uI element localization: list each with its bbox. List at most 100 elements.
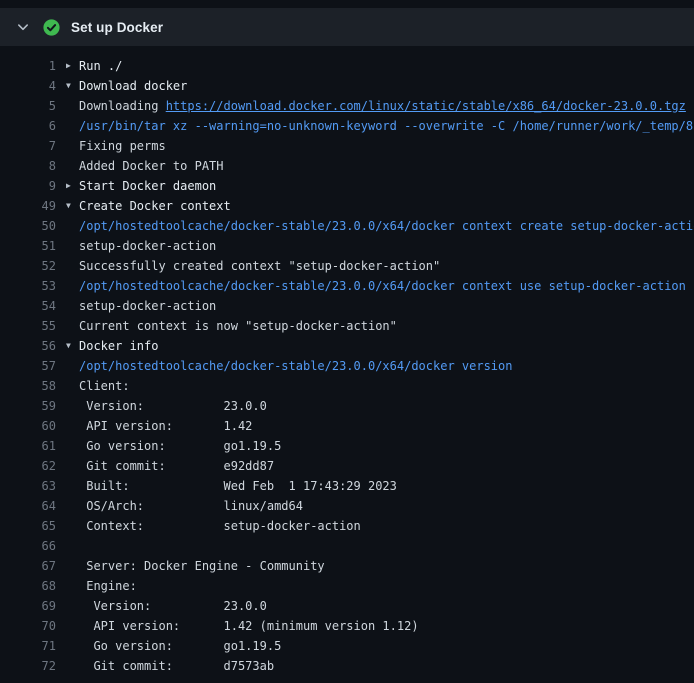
line-number[interactable]: 68 (0, 576, 56, 596)
log-text: Current context is now "setup-docker-act… (79, 316, 397, 336)
line-number[interactable]: 5 (0, 96, 56, 116)
line-number[interactable]: 52 (0, 256, 56, 276)
log-row: 66 (0, 536, 694, 556)
log-row: 63 Built: Wed Feb 1 17:43:29 2023 (0, 476, 694, 496)
log-text: Go version: go1.19.5 (79, 436, 281, 456)
log-row: 54setup-docker-action (0, 296, 694, 316)
marker-slot-empty (66, 616, 79, 636)
gutter-gap (56, 236, 66, 256)
log-text: Fixing perms (79, 136, 166, 156)
log-row: 65 Context: setup-docker-action (0, 516, 694, 536)
line-number[interactable]: 53 (0, 276, 56, 296)
line-number[interactable]: 72 (0, 656, 56, 676)
line-number[interactable]: 62 (0, 456, 56, 476)
line-number[interactable]: 60 (0, 416, 56, 436)
log-command-text: /opt/hostedtoolcache/docker-stable/23.0.… (79, 356, 512, 376)
line-number[interactable]: 7 (0, 136, 56, 156)
marker-slot-empty (66, 456, 79, 476)
actions-log-panel: Set up Docker 1▶Run ./4▼Download docker5… (0, 0, 694, 683)
log-text: Client: (79, 376, 130, 396)
marker-slot-empty (66, 536, 79, 556)
marker-slot-empty (66, 96, 79, 116)
log-text: Run ./ (79, 56, 122, 76)
log-group-row[interactable]: 9▶Start Docker daemon (0, 176, 694, 196)
log-text: Context: setup-docker-action (79, 516, 361, 536)
gutter-gap (56, 516, 66, 536)
line-number[interactable]: 54 (0, 296, 56, 316)
gutter-gap (56, 656, 66, 676)
gutter-gap (56, 76, 66, 96)
triangle-right-icon[interactable]: ▶ (66, 56, 79, 76)
line-number[interactable]: 9 (0, 176, 56, 196)
gutter-gap (56, 276, 66, 296)
chevron-down-icon[interactable] (16, 20, 30, 34)
log-text: Added Docker to PATH (79, 156, 224, 176)
log-row: 61 Go version: go1.19.5 (0, 436, 694, 456)
triangle-down-icon[interactable]: ▼ (66, 336, 79, 356)
triangle-down-icon[interactable]: ▼ (66, 76, 79, 96)
line-number[interactable]: 61 (0, 436, 56, 456)
gutter-gap (56, 436, 66, 456)
step-header[interactable]: Set up Docker (0, 8, 694, 46)
marker-slot-empty (66, 316, 79, 336)
triangle-right-icon[interactable]: ▶ (66, 176, 79, 196)
gutter-gap (56, 336, 66, 356)
gutter-gap (56, 376, 66, 396)
line-number[interactable]: 64 (0, 496, 56, 516)
gutter-gap (56, 356, 66, 376)
marker-slot-empty (66, 496, 79, 516)
log-text: Downloading (79, 96, 166, 116)
log-row: 67 Server: Docker Engine - Community (0, 556, 694, 576)
line-number[interactable]: 1 (0, 56, 56, 76)
log-group-row[interactable]: 49▼Create Docker context (0, 196, 694, 216)
marker-slot-empty (66, 256, 79, 276)
gutter-gap (56, 176, 66, 196)
line-number[interactable]: 69 (0, 596, 56, 616)
line-number[interactable]: 57 (0, 356, 56, 376)
line-number[interactable]: 58 (0, 376, 56, 396)
gutter-gap (56, 56, 66, 76)
log-row: 71 Go version: go1.19.5 (0, 636, 694, 656)
log-text: Version: 23.0.0 (79, 396, 267, 416)
log-row: 5 Downloading https://download.docker.com… (0, 96, 694, 116)
line-number[interactable]: 71 (0, 636, 56, 656)
line-number[interactable]: 4 (0, 76, 56, 96)
line-number[interactable]: 67 (0, 556, 56, 576)
line-number[interactable]: 50 (0, 216, 56, 236)
log-group-row[interactable]: 1 ▶Run ./ (0, 56, 694, 76)
log-command-text: /usr/bin/tar xz --warning=no-unknown-key… (79, 116, 694, 136)
log-text: Git commit: e92dd87 (79, 456, 274, 476)
line-number[interactable]: 6 (0, 116, 56, 136)
line-number[interactable]: 70 (0, 616, 56, 636)
log-text: Version: 23.0.0 (79, 596, 267, 616)
log-text: setup-docker-action (79, 236, 216, 256)
line-number[interactable]: 65 (0, 516, 56, 536)
log-row: 53/opt/hostedtoolcache/docker-stable/23.… (0, 276, 694, 296)
line-number[interactable]: 66 (0, 536, 56, 556)
check-circle-icon (43, 19, 60, 36)
marker-slot-empty (66, 356, 79, 376)
log-row: 6/usr/bin/tar xz --warning=no-unknown-ke… (0, 116, 694, 136)
log-text: Successfully created context "setup-dock… (79, 256, 440, 276)
marker-slot-empty (66, 156, 79, 176)
marker-slot-empty (66, 656, 79, 676)
marker-slot-empty (66, 276, 79, 296)
log-row: 51 setup-docker-action (0, 236, 694, 256)
marker-slot-empty (66, 136, 79, 156)
line-number[interactable]: 55 (0, 316, 56, 336)
gutter-gap (56, 136, 66, 156)
line-number[interactable]: 56 (0, 336, 56, 356)
log-group-row[interactable]: 4▼Download docker (0, 76, 694, 96)
log-link[interactable]: https://download.docker.com/linux/static… (166, 96, 686, 116)
line-number[interactable]: 63 (0, 476, 56, 496)
log-row: 55 Current context is now "setup-docker-a… (0, 316, 694, 336)
line-number[interactable]: 51 (0, 236, 56, 256)
line-number[interactable]: 59 (0, 396, 56, 416)
triangle-down-icon[interactable]: ▼ (66, 196, 79, 216)
marker-slot-empty (66, 476, 79, 496)
log-row: 50/opt/hostedtoolcache/docker-stable/23.… (0, 216, 694, 236)
log-group-row[interactable]: 56▼Docker info (0, 336, 694, 356)
line-number[interactable]: 8 (0, 156, 56, 176)
line-number[interactable]: 49 (0, 196, 56, 216)
log-row: 58 Client: (0, 376, 694, 396)
